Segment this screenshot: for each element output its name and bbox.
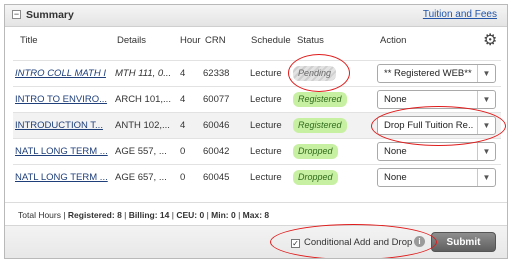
chevron-down-icon[interactable]: ▼: [477, 65, 495, 82]
course-hours: 4: [180, 68, 186, 79]
summary-titlebar: − Summary Tuition and Fees: [5, 5, 507, 27]
max-label: Max:: [242, 210, 263, 220]
course-schedule: Lecture: [250, 172, 282, 183]
status-badge: Registered: [293, 118, 347, 133]
course-title-link[interactable]: NATL LONG TERM ...: [15, 146, 117, 157]
course-hours: 0: [180, 146, 186, 157]
max-value: 8: [264, 210, 270, 220]
course-crn: 60045: [203, 172, 230, 183]
course-hours: 4: [180, 94, 186, 105]
course-title-link[interactable]: INTRODUCTION T...: [15, 120, 117, 131]
conditional-add-drop-checkbox[interactable]: ✓ Conditional Add and Drop: [291, 237, 412, 248]
column-header-details: Details: [117, 35, 147, 46]
summary-panel: − Summary Tuition and Fees Title Details…: [4, 4, 508, 259]
course-details: AGE 657, ...: [115, 172, 167, 183]
action-select[interactable]: None ▼: [377, 168, 496, 187]
action-select-value: None: [384, 146, 407, 157]
course-details: AGE 557, ...: [115, 146, 167, 157]
status-badge: Pending: [293, 66, 337, 81]
footer-divider: [5, 202, 507, 203]
min-label: Min:: [211, 210, 229, 220]
billing-value: 14: [159, 210, 170, 220]
gear-icon[interactable]: ⚙: [483, 33, 497, 49]
action-select-value: None: [384, 94, 407, 105]
course-crn: 60042: [203, 146, 230, 157]
course-schedule: Lecture: [250, 68, 282, 79]
billing-label: Billing:: [128, 210, 158, 220]
course-title-link[interactable]: NATL LONG TERM ...: [15, 172, 117, 183]
course-crn: 60046: [203, 120, 230, 131]
course-crn: 60077: [203, 94, 230, 105]
min-value: 0: [231, 210, 236, 220]
ceu-value: 0: [199, 210, 205, 220]
collapse-icon[interactable]: −: [12, 10, 21, 19]
chevron-down-icon[interactable]: ▼: [477, 143, 495, 160]
total-hours-summary: Total Hours | Registered: 8 | Billing: 1…: [18, 210, 270, 220]
table-row: INTRO TO ENVIRO... ARCH 101,... 4 60077 …: [13, 86, 501, 112]
table-row: INTRO COLL MATH I MTH 111, 0... 4 62338 …: [13, 60, 501, 86]
status-badge: Dropped: [293, 170, 338, 185]
status-badge: Dropped: [293, 144, 338, 159]
totals-prefix: Total Hours |: [18, 210, 68, 220]
checkbox-icon[interactable]: ✓: [291, 239, 300, 248]
status-badge: Registered: [293, 92, 347, 107]
course-schedule: Lecture: [250, 146, 282, 157]
action-select-value: None: [384, 172, 407, 183]
course-schedule: Lecture: [250, 120, 282, 131]
table-row: NATL LONG TERM ... AGE 557, ... 0 60042 …: [13, 138, 501, 164]
action-select-value: ** Registered WEB**: [384, 68, 472, 79]
column-header-hours: Hour: [180, 35, 201, 46]
table-row: NATL LONG TERM ... AGE 657, ... 0 60045 …: [13, 164, 501, 190]
chevron-down-icon[interactable]: ▼: [477, 117, 495, 134]
course-crn: 62338: [203, 68, 230, 79]
ceu-label: CEU:: [176, 210, 198, 220]
chevron-down-icon[interactable]: ▼: [477, 169, 495, 186]
info-icon[interactable]: i: [414, 236, 425, 247]
course-title-link[interactable]: INTRO COLL MATH I: [15, 68, 117, 79]
table-row: INTRODUCTION T... ANTH 102,... 4 60046 L…: [13, 112, 501, 138]
action-select-value: Drop Full Tuition Re...: [384, 120, 474, 131]
submit-button[interactable]: Submit: [431, 232, 496, 252]
column-header-schedule: Schedule: [251, 35, 291, 46]
registered-label: Registered:: [67, 210, 115, 220]
registered-value: 8: [117, 210, 122, 220]
action-select[interactable]: None ▼: [377, 90, 496, 109]
action-bar: ✓ Conditional Add and Drop i Submit: [5, 225, 507, 258]
course-details: MTH 111, 0...: [115, 68, 172, 79]
course-details: ARCH 101,...: [115, 94, 171, 105]
course-details: ANTH 102,...: [115, 120, 170, 131]
column-header-crn: CRN: [205, 35, 226, 46]
tuition-and-fees-link[interactable]: Tuition and Fees: [423, 9, 497, 20]
column-header-title: Title: [20, 35, 38, 46]
action-select[interactable]: Drop Full Tuition Re... ▼: [377, 116, 496, 135]
summary-title: Summary: [26, 9, 74, 21]
course-schedule: Lecture: [250, 94, 282, 105]
course-hours: 0: [180, 172, 186, 183]
action-select[interactable]: ** Registered WEB** ▼: [377, 64, 496, 83]
column-header-action: Action: [380, 35, 407, 46]
column-header-status: Status: [297, 35, 324, 46]
conditional-add-drop-label: Conditional Add and Drop: [304, 237, 413, 248]
action-select[interactable]: None ▼: [377, 142, 496, 161]
course-title-link[interactable]: INTRO TO ENVIRO...: [15, 94, 117, 105]
course-hours: 4: [180, 120, 186, 131]
chevron-down-icon[interactable]: ▼: [477, 91, 495, 108]
